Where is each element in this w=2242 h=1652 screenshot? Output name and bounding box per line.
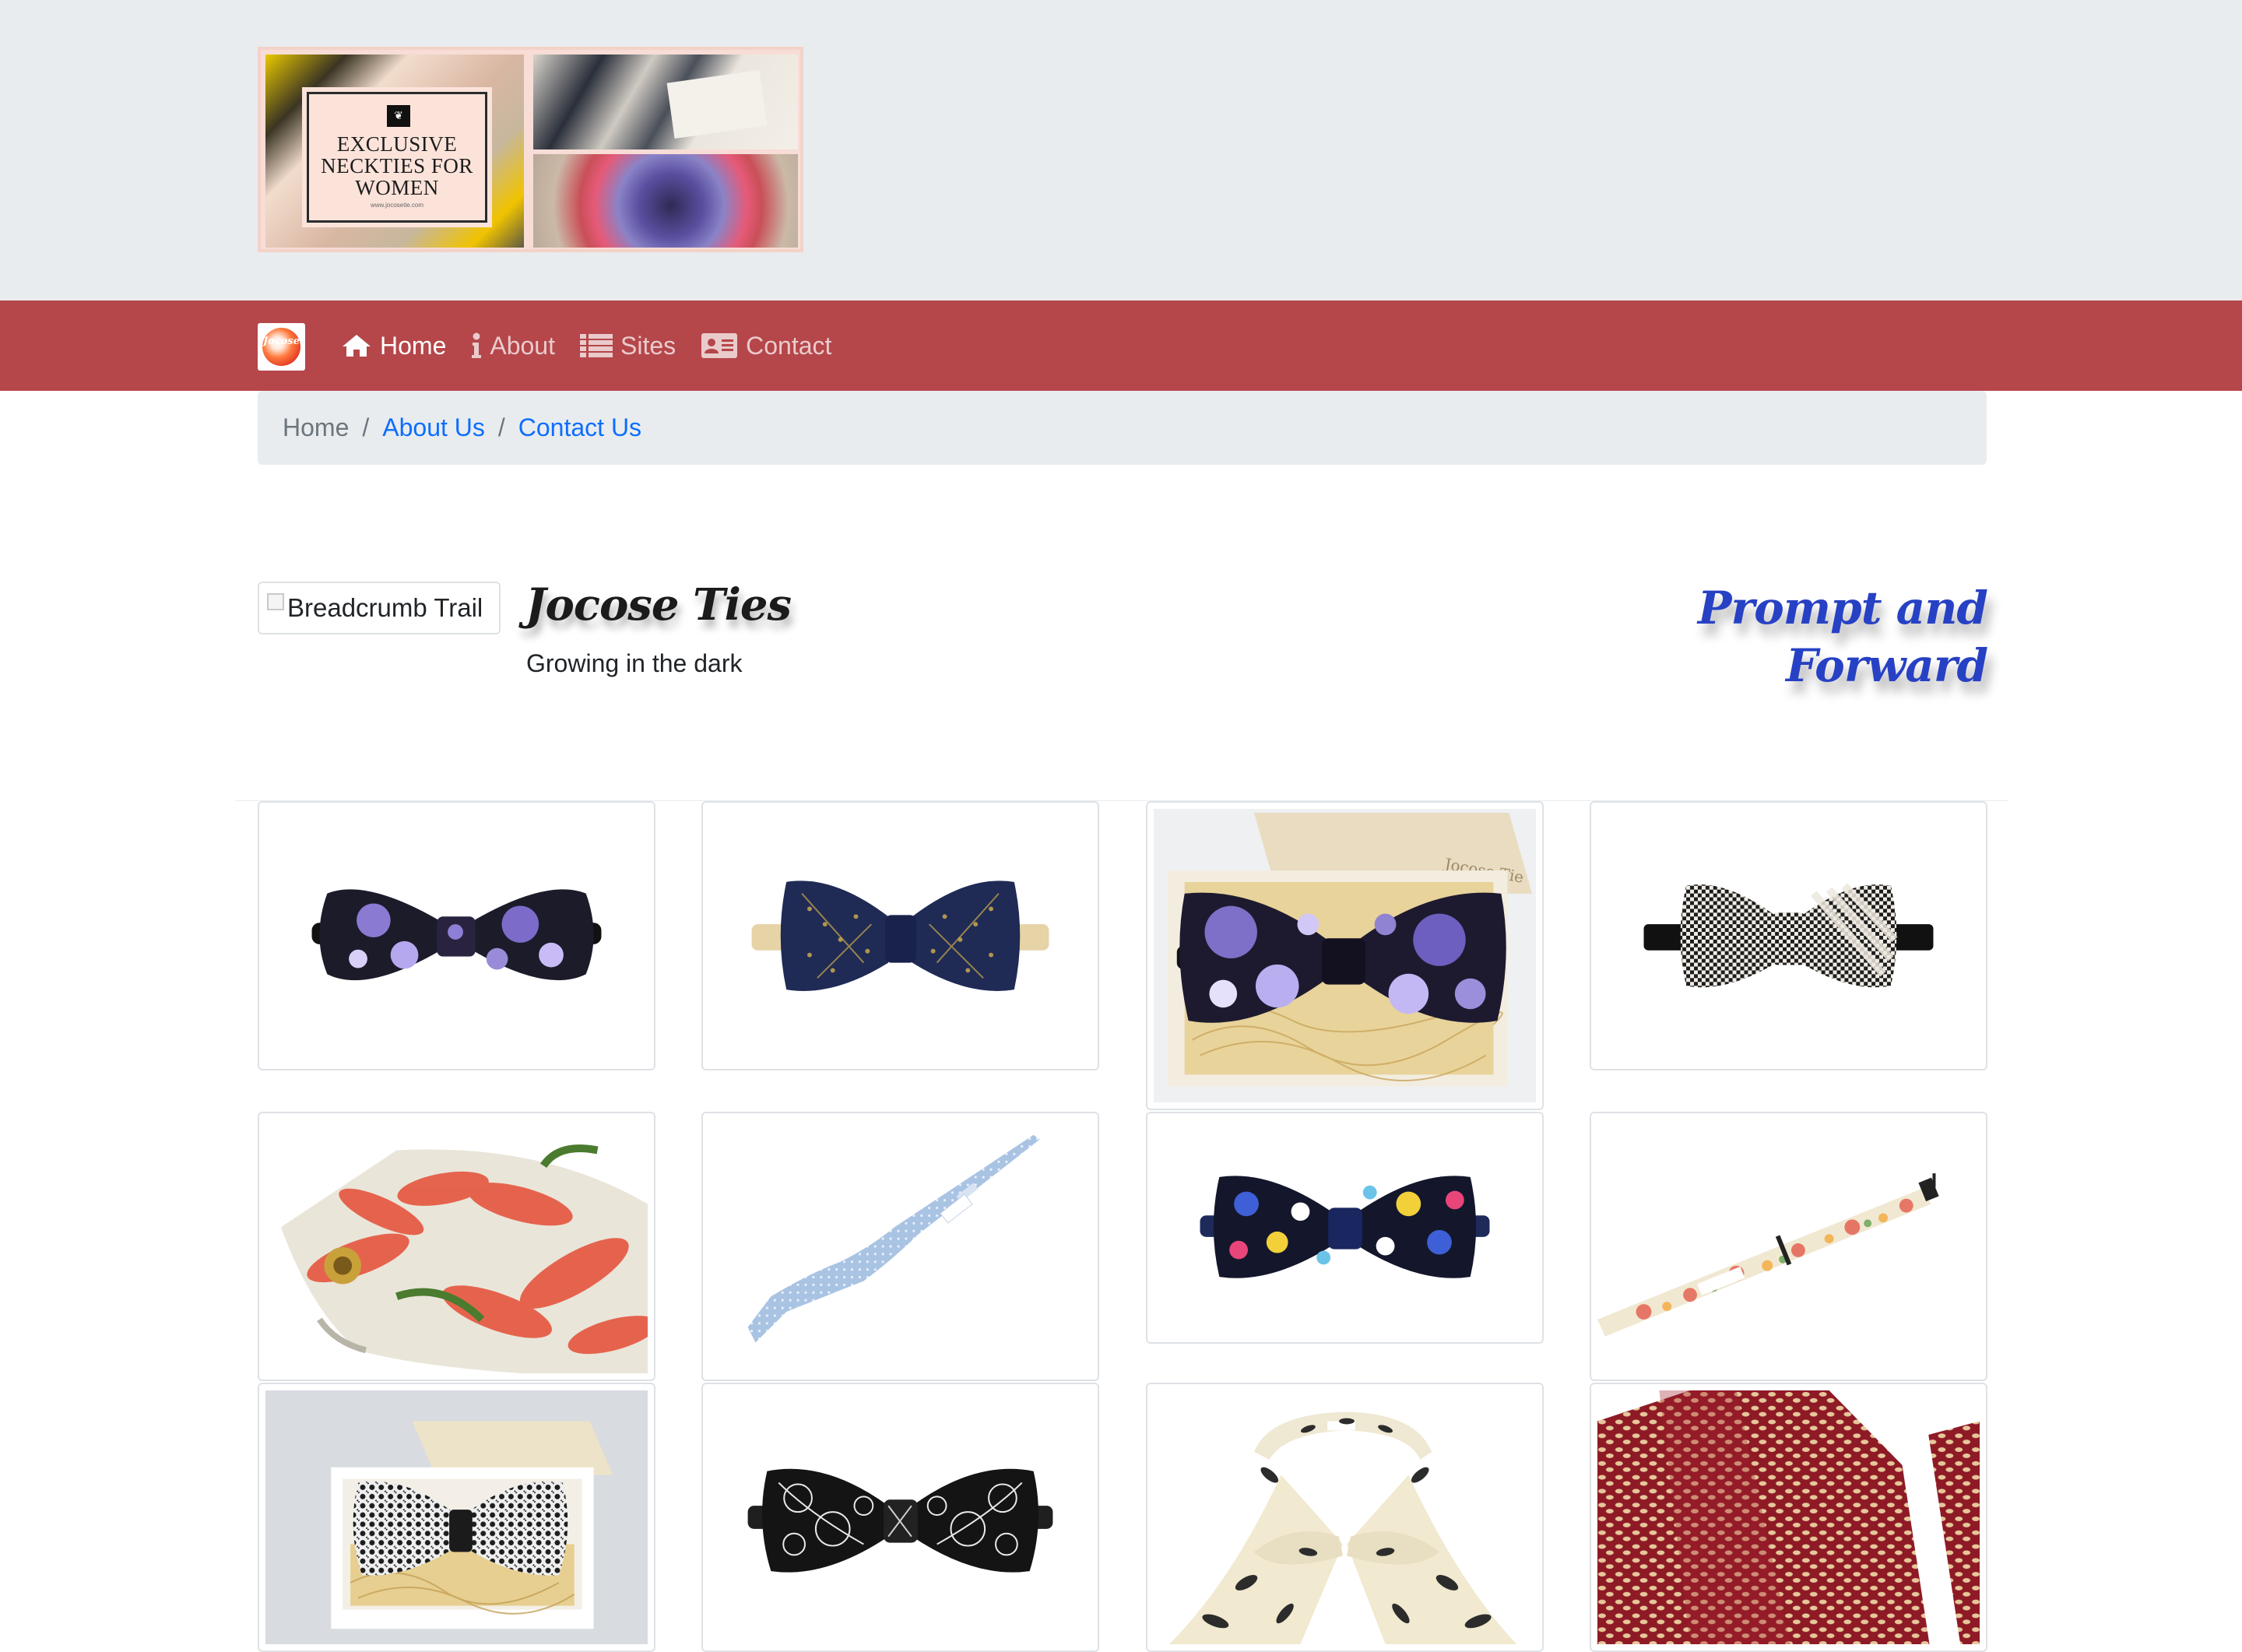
nav-item-about[interactable]: About <box>471 332 555 360</box>
nav-item-about-label: About <box>490 331 555 360</box>
breadcrumb: Home / About Us / Contact Us <box>258 391 1987 465</box>
banner-logo-icon: ❦ <box>387 105 410 127</box>
breadcrumb-contact-us[interactable]: Contact Us <box>518 413 641 442</box>
nav-item-contact-label: Contact <box>746 331 832 360</box>
home-icon <box>343 335 371 357</box>
banner-gift-card <box>666 69 768 139</box>
gallery-item-houndstooth-bow-tie[interactable] <box>1590 801 1987 1070</box>
site-title: Jocose Ties <box>525 579 792 631</box>
gallery-item-purple-floral-bow-tie-boxed[interactable]: Jocose Tie <box>1146 801 1544 1110</box>
breadcrumb-separator: / <box>362 413 370 441</box>
nav-item-sites-label: Sites <box>620 331 676 360</box>
gallery-item-light-blue-dot-self-tie[interactable] <box>701 1112 1099 1381</box>
banner-line-1: EXCLUSIVE <box>336 132 458 156</box>
breadcrumb-home: Home <box>283 413 350 441</box>
tagline-line-2: Forward <box>1786 639 1988 692</box>
nav-item-sites[interactable]: Sites <box>579 331 676 360</box>
nav-item-home[interactable]: Home <box>341 332 446 360</box>
contact-card-icon <box>701 333 738 358</box>
gallery-item-bright-floral-bow-tie[interactable] <box>1146 1112 1544 1344</box>
gallery-item-red-floral-pocket-square[interactable] <box>258 1112 655 1381</box>
gallery-item-cream-leaf-self-tie[interactable] <box>1146 1383 1544 1652</box>
list-icon <box>579 334 613 357</box>
banner-photo-bottom-right <box>533 154 798 248</box>
nav-links: Home About Sites Contact <box>341 301 856 391</box>
gallery-item-black-lace-bow-tie[interactable] <box>701 1383 1099 1652</box>
breadcrumb-about-us[interactable]: About Us <box>382 413 485 442</box>
hero-header: ❦ EXCLUSIVE NECKTIES FOR WOMEN www.jocos… <box>0 0 2242 301</box>
banner-photo-left: ❦ EXCLUSIVE NECKTIES FOR WOMEN www.jocos… <box>265 54 524 248</box>
broken-image-placeholder: Breadcrumb Trail <box>258 582 501 634</box>
gallery-item-red-leaf-necktie[interactable] <box>1590 1383 1987 1652</box>
tagline: Prompt and Forward <box>1551 579 1988 694</box>
info-icon <box>472 332 482 358</box>
banner-line-3: WOMEN <box>355 176 439 199</box>
nav-item-home-label: Home <box>380 331 447 360</box>
nav-item-contact[interactable]: Contact <box>701 332 831 360</box>
hero-banner-image: ❦ EXCLUSIVE NECKTIES FOR WOMEN www.jocos… <box>258 47 803 252</box>
banner-card: ❦ EXCLUSIVE NECKTIES FOR WOMEN www.jocos… <box>302 87 492 227</box>
gallery-item-purple-floral-bow-tie[interactable] <box>258 801 655 1070</box>
main-navbar: Jocose Home About Sites Contact <box>0 301 2242 391</box>
gallery-item-navy-gold-bow-tie[interactable] <box>701 801 1099 1070</box>
banner-photo-top-right <box>533 54 798 149</box>
banner-url: www.jocosetie.com <box>370 202 424 209</box>
banner-line-2: NECKTIES FOR <box>321 154 473 178</box>
broken-image-alt-text: Breadcrumb Trail <box>287 593 483 622</box>
brand-logo[interactable]: Jocose <box>258 323 305 371</box>
site-subtitle: Growing in the dark <box>526 649 743 677</box>
brand-logo-text: Jocose <box>263 336 300 347</box>
breadcrumb-separator: / <box>497 413 505 441</box>
banner-card-text: EXCLUSIVE NECKTIES FOR WOMEN <box>309 133 485 199</box>
gallery-item-floral-self-tie-strap[interactable] <box>1590 1112 1987 1381</box>
gallery-item-black-white-bow-tie-boxed[interactable]: Jocose Tie <box>258 1383 655 1652</box>
tagline-line-1: Prompt and <box>1697 582 1988 634</box>
broken-image-icon <box>267 593 284 610</box>
